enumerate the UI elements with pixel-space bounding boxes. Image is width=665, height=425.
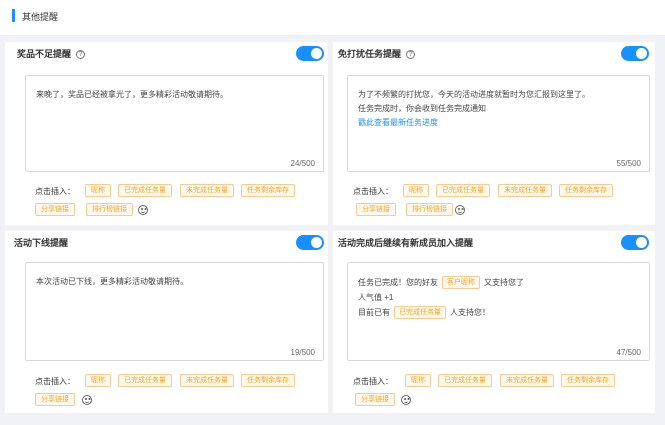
message-textarea[interactable]: 为了不频繁的打扰您，今天的活动进度就暂时为您汇报到这里了。 任务完成时，你会收到… <box>347 75 650 172</box>
card-title: 免打扰任务提醒? <box>338 47 416 60</box>
inline-tag-completed[interactable]: 已完成任务量 <box>394 306 446 320</box>
insert-chip-nickname[interactable]: 昵称 <box>85 374 111 387</box>
emoji-icon[interactable] <box>455 205 465 215</box>
insert-chip-nickname[interactable]: 昵称 <box>405 374 431 387</box>
card-new-member: 活动完成后继续有新成员加入提醒 任务已完成！您的好友 客户昵称 又支持您了 人气值 … <box>333 231 655 413</box>
insert-label: 点击插入： <box>353 187 393 196</box>
insert-label: 点击插入： <box>35 377 75 386</box>
message-textarea[interactable]: 本次活动已下线，更多精彩活动敬请期待。 19/500 <box>25 262 324 361</box>
char-counter: 19/500 <box>290 348 315 357</box>
insert-chip-stock[interactable]: 任务剩余库存 <box>241 184 295 197</box>
question-circle-icon[interactable]: ? <box>406 50 416 59</box>
insert-chip-nickname[interactable]: 昵称 <box>85 184 111 197</box>
insert-chip-rank-link[interactable]: 排行榜链接 <box>86 203 133 216</box>
section-accent-bar <box>12 9 15 22</box>
enable-toggle[interactable] <box>621 235 649 250</box>
message-content: 本次活动已下线，更多精彩活动敬请期待。 <box>36 275 315 289</box>
page: 其他提醒 奖品不足提醒? 来晚了，奖品已经被拿光了，更多精彩活动敬请期待。 24… <box>0 0 665 425</box>
insert-chip-rank-link[interactable]: 排行榜链接 <box>406 203 453 216</box>
insert-chip-share-link[interactable]: 分享链接 <box>355 393 395 406</box>
card-header: 活动完成后继续有新成员加入提醒 <box>333 231 655 253</box>
card-header: 奖品不足提醒? <box>5 42 328 64</box>
content-line: 任务已完成！您的好友 客户昵称 又支持您了 <box>358 275 641 290</box>
emoji-icon[interactable] <box>401 395 411 405</box>
enable-toggle[interactable] <box>621 46 649 61</box>
insert-chip-stock[interactable]: 任务剩余库存 <box>241 374 295 387</box>
insert-chip-share-link[interactable]: 分享链接 <box>35 393 75 406</box>
message-textarea[interactable]: 来晚了，奖品已经被拿光了，更多精彩活动敬请期待。 24/500 <box>25 75 324 172</box>
insert-chip-uncompleted[interactable]: 未完成任务量 <box>498 184 552 197</box>
message-content: 为了不频繁的打扰您，今天的活动进度就暂时为您汇报到这里了。 任务完成时，你会收到… <box>358 88 641 130</box>
card-no-disturb: 免打扰任务提醒? 为了不频繁的打扰您，今天的活动进度就暂时为您汇报到这里了。 任… <box>333 42 655 225</box>
insert-chip-share-link[interactable]: 分享链接 <box>356 203 396 216</box>
emoji-icon[interactable] <box>82 395 92 405</box>
emoji-icon[interactable] <box>138 205 148 215</box>
insert-chip-stock[interactable]: 任务剩余库存 <box>561 374 615 387</box>
card-prize-shortage: 奖品不足提醒? 来晚了，奖品已经被拿光了，更多精彩活动敬请期待。 24/500 … <box>5 42 328 225</box>
char-counter: 55/500 <box>616 159 641 168</box>
section-header: 其他提醒 <box>0 0 665 36</box>
card-header: 免打扰任务提醒? <box>333 42 655 64</box>
content-line: 任务完成时，你会收到任务完成通知 <box>358 104 486 113</box>
content-line: 来晚了，奖品已经被拿光了，更多精彩活动敬请期待。 <box>36 90 228 99</box>
insert-chip-completed[interactable]: 已完成任务量 <box>438 374 492 387</box>
content-line: 目前已有 已完成任务量 人支持您！ <box>358 305 641 320</box>
content-line: 为了不频繁的打扰您，今天的活动进度就暂时为您汇报到这里了。 <box>358 90 590 99</box>
insert-chip-uncompleted[interactable]: 未完成任务量 <box>180 184 234 197</box>
message-content: 来晚了，奖品已经被拿光了，更多精彩活动敬请期待。 <box>36 88 315 102</box>
insert-chip-completed[interactable]: 已完成任务量 <box>118 374 172 387</box>
insert-label: 点击插入： <box>35 187 75 196</box>
insert-label: 点击插入： <box>353 377 393 386</box>
progress-link[interactable]: 戳此查看最新任务进度 <box>358 116 641 130</box>
card-title: 活动下线提醒 <box>14 238 69 248</box>
inline-tag-customer-nickname[interactable]: 客户昵称 <box>442 276 480 290</box>
card-title: 奖品不足提醒? <box>17 47 86 60</box>
card-header: 活动下线提醒 <box>5 231 328 253</box>
content-line: 人气值 +1 <box>358 293 394 302</box>
content-line: 本次活动已下线，更多精彩活动敬请期待。 <box>36 277 188 286</box>
char-counter: 24/500 <box>290 159 315 168</box>
insert-chip-completed[interactable]: 已完成任务量 <box>436 184 490 197</box>
card-title: 活动完成后继续有新成员加入提醒 <box>338 238 474 248</box>
insert-chip-nickname[interactable]: 昵称 <box>403 184 429 197</box>
char-counter: 47/500 <box>616 348 641 357</box>
enable-toggle[interactable] <box>296 46 324 61</box>
message-textarea[interactable]: 任务已完成！您的好友 客户昵称 又支持您了 人气值 +1 目前已有 已完成任务量 人支持… <box>347 262 650 361</box>
question-circle-icon[interactable]: ? <box>76 50 86 59</box>
insert-chip-uncompleted[interactable]: 未完成任务量 <box>500 374 554 387</box>
insert-chip-completed[interactable]: 已完成任务量 <box>118 184 172 197</box>
insert-chip-share-link[interactable]: 分享链接 <box>35 203 75 216</box>
insert-chip-stock[interactable]: 任务剩余库存 <box>559 184 613 197</box>
message-content: 任务已完成！您的好友 客户昵称 又支持您了 人气值 +1 目前已有 已完成任务量 人支持… <box>358 275 641 320</box>
section-title: 其他提醒 <box>22 12 59 22</box>
insert-chip-uncompleted[interactable]: 未完成任务量 <box>180 374 234 387</box>
enable-toggle[interactable] <box>296 235 324 250</box>
card-offline: 活动下线提醒 本次活动已下线，更多精彩活动敬请期待。 19/500 点击插入： … <box>5 231 328 413</box>
